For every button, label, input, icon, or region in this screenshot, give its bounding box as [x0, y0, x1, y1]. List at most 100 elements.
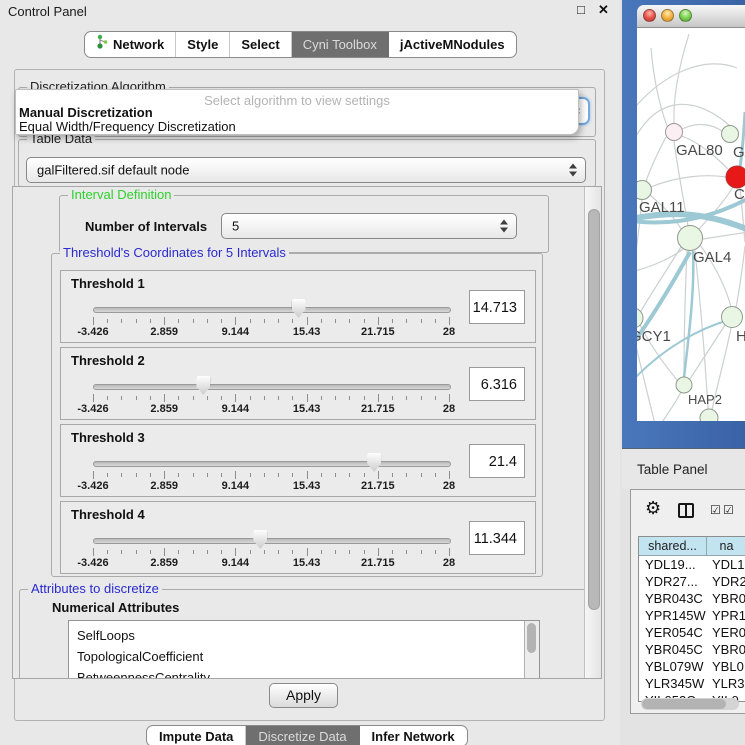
minimize-traffic-light[interactable] [661, 9, 674, 22]
tick-label: 21.715 [361, 557, 395, 569]
apply-button[interactable]: Apply [269, 683, 338, 708]
close-icon[interactable]: ✕ [598, 2, 609, 18]
tick-mark [235, 548, 236, 556]
gear-icon[interactable]: ⚙ [645, 499, 661, 517]
table-row[interactable]: YPR145WYPR1 [639, 607, 745, 624]
tick-mark [178, 319, 179, 323]
attribute-list-item[interactable]: BetweennessCentrality [69, 667, 539, 679]
cell-shared-name[interactable]: YBL079W [639, 658, 707, 675]
network-node[interactable] [722, 126, 739, 143]
checkbox-icon[interactable]: ☑ [723, 503, 734, 517]
column-header-shared-name[interactable]: shared... [639, 537, 707, 556]
threshold-slider-track[interactable] [93, 538, 451, 544]
cell-shared-name[interactable]: YDR27... [639, 573, 707, 590]
tab-impute-data[interactable]: Impute Data [147, 726, 246, 745]
threshold-slider-track[interactable] [93, 461, 451, 467]
tab-select[interactable]: Select [230, 32, 291, 57]
table-row[interactable]: YER054CYER0 [639, 624, 745, 641]
tick-mark [278, 473, 279, 477]
tick-label: 15.43 [293, 557, 321, 569]
tab-jactivemnodules[interactable]: jActiveMNodules [389, 32, 516, 57]
zoom-traffic-light[interactable] [679, 9, 692, 22]
tab-discretize-data[interactable]: Discretize Data [246, 726, 359, 745]
network-edge [651, 176, 726, 187]
settings-scrollbar[interactable] [584, 187, 602, 678]
cell-shared-name[interactable]: YPR145W [639, 607, 707, 624]
cell-name[interactable]: YBR0 [707, 590, 745, 607]
table-row[interactable]: YDR27...YDR2 [639, 573, 745, 590]
network-canvas[interactable]: GAL80GACGAL11GAL4GCY1HHAP2 [637, 28, 745, 421]
table-row[interactable]: YBR045CYBR0 [639, 641, 745, 658]
application-root: Control Panel □ ✕ Network Style Select C… [0, 0, 745, 745]
checkbox-icon[interactable]: ☑ [710, 503, 721, 517]
network-window-titlebar[interactable] [637, 5, 745, 28]
tab-style[interactable]: Style [176, 32, 230, 57]
network-node[interactable] [676, 377, 692, 393]
cell-shared-name[interactable]: YLR345W [639, 675, 707, 692]
network-node[interactable] [678, 226, 703, 251]
cell-shared-name[interactable]: YBR043C [639, 590, 707, 607]
network-node[interactable] [700, 409, 718, 421]
close-traffic-light[interactable] [643, 9, 656, 22]
tick-mark [136, 550, 137, 554]
network-node[interactable] [666, 124, 683, 141]
network-node[interactable] [722, 307, 743, 328]
threshold-slider-handle[interactable] [292, 299, 306, 318]
cell-shared-name[interactable]: YER054C [639, 624, 707, 641]
threshold-value-field[interactable]: 6.316 [469, 367, 525, 401]
network-node[interactable] [637, 181, 652, 200]
cell-shared-name[interactable]: YDL19... [639, 556, 707, 573]
number-of-intervals-combobox[interactable]: 5 [221, 213, 517, 239]
cell-name[interactable]: YDL1 [707, 556, 745, 573]
tick-mark [392, 550, 393, 554]
cell-shared-name[interactable]: YBR045C [639, 641, 707, 658]
cell-name[interactable]: YBR0 [707, 641, 745, 658]
threshold-slider-track[interactable] [93, 384, 451, 390]
cell-name[interactable]: YDR2 [707, 573, 745, 590]
attribute-list-item[interactable]: SelfLoops [69, 625, 539, 646]
table-data-combobox[interactable]: galFiltered.sif default node [26, 157, 586, 183]
tick-mark [292, 396, 293, 400]
tab-network[interactable]: Network [85, 32, 176, 57]
threshold-slider-handle[interactable] [367, 453, 381, 472]
cell-name[interactable]: YPR1 [707, 607, 745, 624]
tick-mark [406, 319, 407, 323]
cell-name[interactable]: YLR3 [707, 675, 745, 692]
threshold-slider-handle[interactable] [253, 530, 267, 549]
network-node[interactable] [637, 308, 643, 328]
threshold-slider-track[interactable] [93, 307, 451, 313]
float-window-icon[interactable]: □ [577, 2, 585, 17]
settings-scrollbar-thumb[interactable] [588, 209, 600, 610]
threshold-slider-handle[interactable] [196, 376, 210, 395]
cell-name[interactable]: YER0 [707, 624, 745, 641]
tick-label: 2.859 [150, 326, 178, 338]
table-row[interactable]: YLR345WYLR3 [639, 675, 745, 692]
table-horizontal-scrollbar-thumb[interactable] [642, 699, 726, 709]
popup-option-manual-discretization[interactable]: Manual Discretization [19, 105, 153, 120]
cell-name[interactable]: YBL0 [707, 658, 745, 675]
attributes-scrollbar-thumb[interactable] [527, 623, 536, 653]
table-horizontal-scrollbar[interactable] [641, 698, 739, 710]
popup-option-equal-width-frequency[interactable]: Equal Width/Frequency Discretization [19, 119, 236, 134]
slider-ticks [93, 471, 450, 480]
algorithm-dropdown-popup: Select algorithm to view settings Manual… [15, 89, 579, 135]
tick-mark [392, 319, 393, 323]
threshold-value-field[interactable]: 14.713 [469, 290, 525, 324]
network-node[interactable] [726, 166, 745, 188]
table-row[interactable]: YDL19...YDL1 [639, 556, 745, 573]
table-row[interactable]: YBL079WYBL0 [639, 658, 745, 675]
attribute-list-item[interactable]: TopologicalCoefficient [69, 646, 539, 667]
combo-arrows-icon [569, 164, 578, 177]
threshold-value-field[interactable]: 21.4 [469, 444, 525, 478]
tab-cyni-toolbox[interactable]: Cyni Toolbox [292, 32, 389, 57]
tab-infer-network[interactable]: Infer Network [360, 726, 467, 745]
tick-mark [292, 550, 293, 554]
thresholds-group-label: Threshold's Coordinates for 5 Intervals [60, 245, 289, 260]
split-columns-icon[interactable] [678, 503, 694, 518]
threshold-title: Threshold 2 [71, 353, 145, 368]
tick-mark [136, 473, 137, 477]
table-row[interactable]: YBR043CYBR0 [639, 590, 745, 607]
column-header-name[interactable]: na [707, 537, 745, 556]
attributes-scrollbar[interactable] [524, 621, 539, 679]
threshold-value-field[interactable]: 11.344 [469, 521, 525, 555]
